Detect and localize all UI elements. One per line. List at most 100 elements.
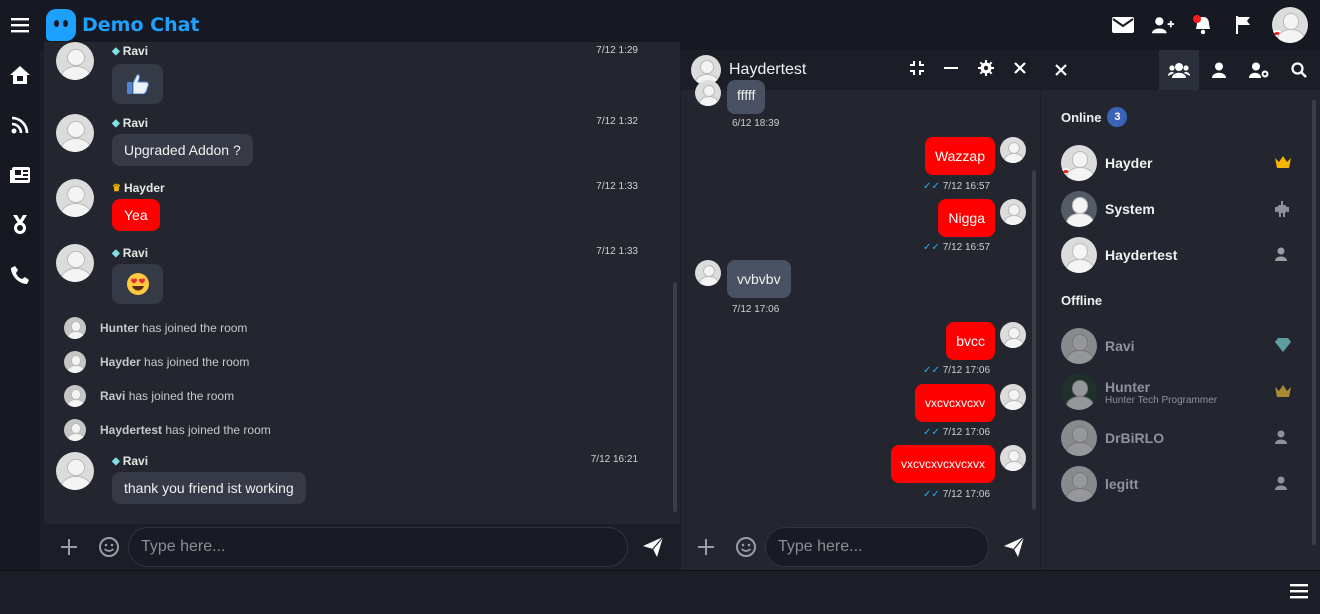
pm-message: vvbvbv 7/12 17:06 — [695, 260, 875, 320]
phone-icon[interactable] — [0, 250, 40, 300]
avatar — [1000, 384, 1026, 410]
message-text: Nigga — [938, 199, 995, 237]
users-panel: Online 3 Hayder System Haydertest Offlin… — [1041, 50, 1320, 570]
my-avatar[interactable] — [1272, 7, 1308, 43]
pm-message: Nigga ✓✓ 7/12 16:57 — [846, 199, 1026, 259]
busy-status-icon — [1061, 168, 1072, 180]
plus-icon[interactable] — [691, 532, 721, 562]
user-cog-icon[interactable] — [1239, 50, 1279, 90]
avatar — [1000, 322, 1026, 348]
send-icon[interactable] — [638, 532, 668, 562]
send-icon[interactable] — [999, 532, 1029, 562]
main-chat: ◆ Ravi 7/12 1:29 ◆ Ravi 7/12 1:32 Upgrad… — [44, 42, 680, 524]
menu-icon[interactable] — [1290, 583, 1308, 604]
user-item[interactable]: Hunter Hunter Tech Programmer — [1061, 372, 1291, 412]
app-logo[interactable]: Demo Chat — [46, 9, 200, 41]
avatar[interactable] — [56, 244, 94, 282]
avatar[interactable] — [56, 452, 94, 490]
avatar[interactable] — [56, 114, 94, 152]
avatar — [1061, 191, 1097, 227]
username[interactable]: Haydertest — [100, 423, 162, 437]
compress-icon[interactable] — [910, 60, 924, 80]
close-icon[interactable] — [1014, 61, 1026, 79]
message-time: 7/12 17:06 — [942, 489, 990, 500]
avatar[interactable] — [56, 42, 94, 80]
private-chat-title: Haydertest — [729, 61, 807, 78]
main-scrollbar[interactable] — [673, 282, 677, 512]
offline-section: Offline — [1061, 293, 1102, 308]
thumbs-up-icon — [112, 64, 163, 104]
message-text: vvbvbv — [727, 260, 791, 298]
busy-status-icon — [1272, 30, 1283, 42]
username[interactable]: Ravi — [123, 44, 148, 58]
bell-icon[interactable] — [1192, 14, 1214, 36]
medal-icon[interactable] — [0, 200, 40, 250]
online-count-badge: 3 — [1107, 107, 1128, 127]
join-text: has joined the room — [165, 423, 271, 437]
join-text: has joined the room — [128, 389, 235, 403]
message-time: 7/12 1:33 — [596, 246, 638, 257]
close-icon[interactable] — [1041, 50, 1081, 90]
rss-icon[interactable] — [0, 100, 40, 150]
main-message-input[interactable]: Type here... — [128, 527, 628, 567]
chat-message: ◆ Ravi 7/12 1:33 — [56, 244, 668, 308]
join-notice: Ravi has joined the room — [64, 385, 234, 407]
user-icon[interactable] — [1199, 50, 1239, 90]
user-item[interactable]: Hayder — [1061, 143, 1291, 183]
user-item[interactable]: Ravi — [1061, 326, 1291, 366]
minimize-icon[interactable] — [944, 61, 958, 80]
message-time: 7/12 17:06 — [942, 365, 990, 376]
diamond-icon: ◆ — [112, 45, 120, 57]
username[interactable]: Ravi — [123, 116, 148, 130]
menu-icon[interactable] — [0, 0, 40, 50]
user-item[interactable]: Haydertest — [1061, 235, 1291, 275]
read-receipt-icon: ✓✓ — [922, 242, 940, 253]
message-text: bvcc — [946, 322, 995, 360]
users-group-icon[interactable] — [1159, 50, 1199, 90]
chat-message: ◆ Ravi 7/12 1:29 — [56, 42, 668, 104]
username[interactable]: Hunter — [100, 321, 139, 335]
avatar — [1061, 374, 1097, 410]
message-text: vxcvcxvcxv — [915, 384, 995, 422]
user-plus-icon[interactable] — [1152, 14, 1174, 36]
users-scrollbar[interactable] — [1312, 100, 1316, 545]
username[interactable]: Ravi — [123, 454, 148, 468]
message-time: 7/12 17:06 — [732, 304, 780, 315]
gear-icon[interactable] — [978, 59, 994, 81]
pm-message-input[interactable]: Type here... — [765, 527, 989, 567]
avatar — [1000, 199, 1026, 225]
username[interactable]: Hayder — [100, 355, 141, 369]
user-name: System — [1105, 201, 1155, 217]
flag-icon[interactable] — [1232, 14, 1254, 36]
plus-icon[interactable] — [54, 532, 84, 562]
avatar — [1000, 137, 1026, 163]
envelope-icon[interactable] — [1112, 14, 1134, 36]
user-item[interactable]: legitt — [1061, 464, 1291, 504]
diamond-icon: ◆ — [112, 247, 120, 259]
users-panel-header — [1041, 50, 1320, 90]
username[interactable]: Ravi — [123, 246, 148, 260]
message-text: Upgraded Addon ? — [112, 134, 253, 166]
emoji-icon[interactable] — [94, 532, 124, 562]
pm-scrollbar[interactable] — [1032, 170, 1036, 510]
user-item[interactable]: DrBiRLO — [1061, 418, 1291, 458]
home-icon[interactable] — [0, 50, 40, 100]
avatar — [64, 351, 86, 373]
user-name: Hayder — [1105, 155, 1153, 171]
username[interactable]: Hayder — [124, 181, 165, 195]
pm-message: vxcvcxvcxv ✓✓ 7/12 17:06 — [826, 384, 1026, 444]
join-text: has joined the room — [142, 321, 248, 335]
search-icon[interactable] — [1279, 50, 1319, 90]
join-text: has joined the room — [144, 355, 250, 369]
username[interactable]: Ravi — [100, 389, 125, 403]
news-icon[interactable] — [0, 150, 40, 200]
diamond-icon: ◆ — [112, 117, 120, 129]
user-item[interactable]: System — [1061, 189, 1291, 229]
user-name: DrBiRLO — [1105, 430, 1165, 446]
message-text: thank you friend ist working — [112, 472, 306, 504]
pm-message: bvcc ✓✓ 7/12 17:06 — [846, 322, 1026, 382]
avatar[interactable] — [56, 179, 94, 217]
avatar — [64, 419, 86, 441]
avatar — [695, 80, 721, 106]
emoji-icon[interactable] — [731, 532, 761, 562]
